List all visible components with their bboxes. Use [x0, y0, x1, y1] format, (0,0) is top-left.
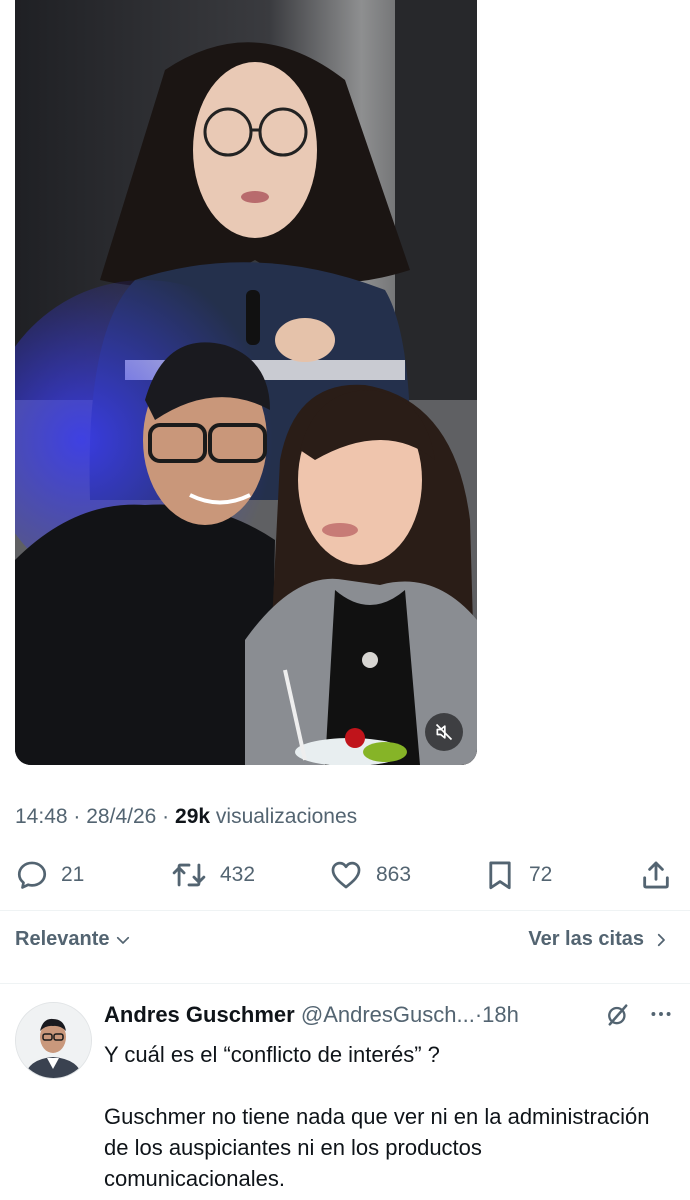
meta-separator: ·	[73, 805, 81, 828]
post-time[interactable]: 14:48	[15, 805, 68, 828]
sort-dropdown[interactable]: Relevante	[15, 928, 132, 951]
reply-author-handle[interactable]: @AndresGusch...	[301, 1002, 475, 1027]
muted-speaker-icon	[435, 723, 453, 741]
view-quotes-link[interactable]: Ver las citas	[528, 928, 670, 951]
chevron-right-icon	[657, 933, 665, 946]
reply-author-name[interactable]: Andres Guschmer	[104, 1002, 295, 1027]
post-action-bar: 21 432 863 72	[15, 855, 675, 895]
reply-bubble-icon	[17, 861, 47, 889]
repost-count: 432	[220, 863, 256, 886]
sort-label: Relevante	[15, 928, 110, 950]
view-quotes-label: Ver las citas	[528, 928, 644, 950]
more-dots-icon	[651, 1012, 671, 1016]
reply-count: 21	[61, 863, 85, 886]
chevron-down-icon	[116, 936, 129, 944]
reply-text-line1: Y cuál es el “conflicto de interés” ?	[104, 1042, 440, 1067]
like-button[interactable]: 863	[328, 855, 411, 895]
action-divider	[0, 910, 690, 911]
mute-toggle-button[interactable]	[425, 713, 463, 751]
post-video[interactable]	[15, 0, 477, 765]
reply-header: Andres Guschmer @AndresGusch...·18h	[104, 1002, 674, 1030]
meta-separator-2: ·	[162, 805, 170, 828]
share-icon	[643, 861, 669, 889]
bookmark-icon	[489, 861, 511, 890]
share-button[interactable]	[639, 855, 673, 895]
profile-photo	[16, 1003, 91, 1078]
repost-arrows-icon	[172, 863, 206, 887]
reply-text-paragraph2: Guschmer no tiene nada que ver ni en la …	[104, 1104, 650, 1191]
post-metadata: 14:48 · 28/4/26 · 29k visualizaciones	[15, 805, 357, 829]
more-options-button[interactable]	[648, 1001, 674, 1032]
views-count: 29k	[175, 805, 211, 828]
repost-button[interactable]: 432	[170, 855, 255, 895]
grok-button[interactable]	[604, 1001, 632, 1034]
grok-icon	[608, 1004, 628, 1026]
heart-icon	[331, 861, 361, 889]
bookmark-button[interactable]: 72	[483, 855, 552, 895]
avatar[interactable]	[15, 1002, 92, 1079]
bookmark-count: 72	[529, 863, 553, 886]
views-label: visualizaciones	[215, 805, 358, 828]
post-date[interactable]: 28/4/26	[86, 805, 156, 828]
reply-text: Y cuál es el “conflicto de interés” ? Gu…	[104, 1039, 664, 1194]
reply-button[interactable]: 21	[15, 855, 84, 895]
reply-timestamp[interactable]: 18h	[482, 1002, 519, 1027]
sort-divider	[0, 983, 690, 984]
like-count: 863	[376, 863, 412, 886]
video-frame	[15, 0, 477, 765]
